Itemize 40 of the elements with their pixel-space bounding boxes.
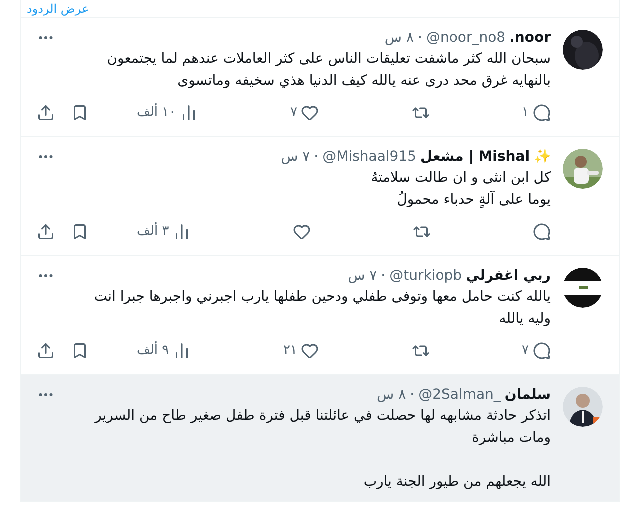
tweet-text: سبحان الله كثر ماشفت تعليقات الناس على كثر العاملات عندهم لما يجتمعون بالنهايه غرق محد درى عنه يالله كيف الدنيا هذي سخيفه وماتسوى [106, 50, 551, 91]
reply-count: ١ [522, 104, 529, 122]
post-time[interactable]: ٨ س [384, 28, 414, 48]
separator-dot: · [410, 386, 415, 405]
display-name[interactable]: ربي اغفرلي [466, 266, 551, 286]
user-handle[interactable]: @2Salman_ [418, 385, 501, 405]
display-name[interactable]: noor. [510, 28, 551, 48]
separator-dot: · [381, 267, 386, 286]
tweet-text: يالله كنت حامل معها وتوفى طفلي ودحين طفلها يارب اجبرني واجبرها جبرا انت وليه يالله [93, 288, 551, 329]
share-icon[interactable] [37, 223, 55, 241]
tweet-text: كل ابن انثى و ان طالت سلامتهُ يوما على آلةٍ حدباء محمولُ [370, 169, 551, 210]
like-icon[interactable] [293, 223, 312, 241]
separator-dot: · [314, 148, 319, 167]
like-count: ٧ [290, 104, 298, 122]
user-handle[interactable]: @Mishaal915 [322, 147, 417, 167]
post-time[interactable]: ٧ س [281, 147, 310, 167]
separator-dot: · [418, 29, 422, 48]
post-time[interactable]: ٧ س [348, 266, 378, 286]
view-count: ٩ ألف [137, 341, 170, 360]
share-icon[interactable] [37, 342, 55, 360]
bookmark-icon[interactable] [71, 104, 89, 122]
user-handle[interactable]: @noor_no8 [426, 28, 506, 48]
like-icon[interactable] [301, 342, 320, 360]
tweet-text: اتذكر حادثة مشابهه لها حصلت في عائلتنا قبل فترة طفل صغير طاح من السرير ومات مباشرة الله يجعلهم من طيور الجنة يارب [94, 407, 551, 492]
bookmark-icon[interactable] [71, 223, 89, 241]
share-icon[interactable] [37, 104, 55, 122]
like-icon[interactable] [301, 104, 320, 122]
display-name[interactable]: Mishal | مشعل [420, 147, 530, 167]
reply-icon[interactable] [533, 223, 551, 241]
view-count: ٣ ألف [137, 222, 170, 242]
view-count: ١٠ ألف [137, 103, 176, 122]
post-time[interactable]: ٨ س [377, 385, 406, 405]
reply-count: ٧ [522, 342, 529, 360]
user-handle[interactable]: @turkiopb [390, 266, 462, 286]
display-name[interactable]: سلمان [504, 385, 551, 405]
reply-icon[interactable] [533, 342, 551, 360]
reply-icon[interactable] [533, 104, 551, 122]
bookmark-icon[interactable] [71, 342, 89, 360]
sparkles-emoji: ✨ [534, 148, 551, 167]
like-count: ٢١ [283, 342, 298, 360]
